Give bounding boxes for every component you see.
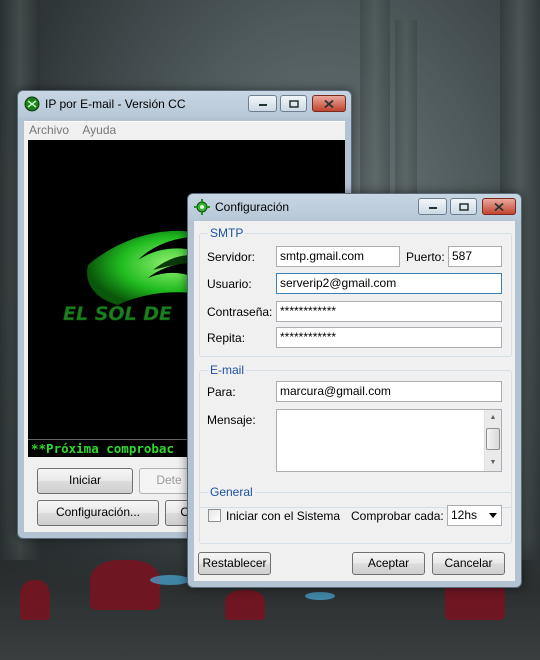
- chevron-down-icon: [489, 513, 497, 518]
- accept-button[interactable]: Aceptar: [352, 552, 425, 575]
- maximize-button[interactable]: [280, 95, 307, 112]
- smtp-group-label: SMTP: [208, 226, 246, 240]
- app-globe-icon: [24, 96, 40, 112]
- minimize-button[interactable]: [248, 95, 277, 112]
- user-field[interactable]: serverip2@gmail.com: [276, 273, 502, 294]
- repeat-password-label: Repita:: [207, 331, 246, 345]
- to-field[interactable]: marcura@gmail.com: [276, 381, 502, 402]
- startup-label[interactable]: Iniciar con el Sistema: [226, 509, 340, 523]
- main-window-title: IP por E-mail - Versión CC: [45, 97, 186, 111]
- config-close-button[interactable]: [482, 198, 516, 215]
- check-every-select[interactable]: 12hs: [447, 505, 502, 526]
- message-label: Mensaje:: [207, 413, 256, 427]
- scroll-up-icon[interactable]: ▲: [485, 410, 501, 426]
- maximize-icon: [458, 202, 469, 211]
- reset-button[interactable]: Restablecer: [198, 552, 271, 575]
- minimize-icon: [258, 103, 267, 106]
- scroll-thumb[interactable]: [486, 428, 500, 450]
- port-label: Puerto:: [406, 250, 445, 264]
- config-client-area: SMTP Servidor: smtp.gmail.com Puerto: 58…: [194, 221, 515, 581]
- server-label: Servidor:: [207, 250, 256, 264]
- config-maximize-button[interactable]: [450, 198, 477, 215]
- message-scrollbar[interactable]: ▲ ▼: [484, 410, 501, 471]
- maximize-icon: [288, 99, 299, 108]
- scroll-down-icon[interactable]: ▼: [485, 455, 501, 471]
- config-titlebar[interactable]: Configuración: [188, 194, 521, 220]
- main-titlebar[interactable]: IP por E-mail - Versión CC: [18, 91, 351, 117]
- configuration-button[interactable]: Configuración...: [37, 500, 159, 526]
- config-dialog: Configuración SMTP Servidor: smtp.gmail.…: [187, 193, 522, 588]
- check-every-value: 12hs: [451, 508, 478, 522]
- repeat-password-field[interactable]: ************: [276, 327, 502, 348]
- port-field[interactable]: 587: [448, 246, 502, 267]
- email-group-label: E-mail: [208, 363, 247, 377]
- config-dialog-title: Configuración: [215, 200, 290, 214]
- general-group-label: General: [208, 485, 255, 499]
- cancel-button[interactable]: Cancelar: [432, 552, 505, 575]
- close-button[interactable]: [312, 95, 346, 112]
- user-label: Usuario:: [207, 277, 252, 291]
- password-label: Contraseña:: [207, 305, 273, 319]
- menu-bar: Archivo Ayuda: [24, 121, 345, 139]
- check-every-label: Comprobar cada:: [351, 509, 444, 523]
- server-field[interactable]: smtp.gmail.com: [276, 246, 400, 267]
- menu-archivo[interactable]: Archivo: [24, 122, 74, 137]
- menu-ayuda[interactable]: Ayuda: [77, 122, 121, 137]
- start-button[interactable]: Iniciar: [37, 468, 133, 494]
- config-minimize-button[interactable]: [418, 198, 447, 215]
- to-label: Para:: [207, 385, 236, 399]
- message-textarea[interactable]: ▲ ▼: [276, 409, 502, 472]
- password-field[interactable]: ************: [276, 301, 502, 322]
- close-icon: [494, 202, 504, 211]
- minimize-icon: [428, 206, 437, 209]
- close-icon: [324, 99, 334, 108]
- gear-icon: [194, 199, 210, 215]
- startup-checkbox[interactable]: [208, 509, 221, 522]
- logo-text: EL SOL DE: [63, 303, 172, 325]
